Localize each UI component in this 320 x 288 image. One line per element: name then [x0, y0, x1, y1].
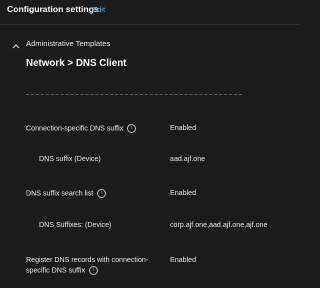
info-icon[interactable]: i: [89, 266, 99, 275]
setting-label-text: Connection-specific DNS suffix: [26, 124, 124, 133]
setting-value: Enabled: [170, 256, 197, 264]
setting-label-dns-suffix-device: DNS suffix (Device): [39, 155, 101, 163]
configuration-settings-panel: Configuration settings Edit Administrati…: [0, 0, 300, 288]
setting-value: aad.ajf.one: [170, 155, 206, 163]
setting-value: corp.ajf.one,aad.ajf.one,ajf.one: [170, 221, 268, 229]
info-icon[interactable]: i: [127, 124, 137, 133]
dashed-separator: [26, 94, 242, 95]
page-heading: Network > DNS Client: [26, 58, 127, 69]
setting-label-text: specific DNS suffix: [26, 266, 86, 275]
header-divider: [0, 24, 300, 25]
info-icon[interactable]: i: [97, 189, 107, 198]
setting-label-text: DNS suffix search list: [26, 189, 94, 198]
configuration-settings-title: Configuration settings: [7, 4, 99, 14]
setting-label-dns-suffix-search-list: DNS suffix search list i: [26, 189, 107, 198]
setting-label-register-dns-records-line1: Register DNS records with connection-: [26, 256, 149, 264]
edit-link[interactable]: Edit: [92, 5, 105, 14]
setting-label-dns-suffixes-device: DNS Suffixes: (Device): [39, 221, 112, 229]
setting-label-register-dns-records-line2: specific DNS suffix i: [26, 266, 99, 275]
setting-label-connection-specific-dns-suffix: Connection-specific DNS suffix i: [26, 124, 137, 133]
setting-value: Enabled: [170, 189, 197, 197]
chevron-up-icon[interactable]: [11, 38, 21, 49]
administrative-templates-toggle[interactable]: Administrative Templates: [26, 39, 110, 48]
setting-value: Enabled: [170, 124, 197, 132]
